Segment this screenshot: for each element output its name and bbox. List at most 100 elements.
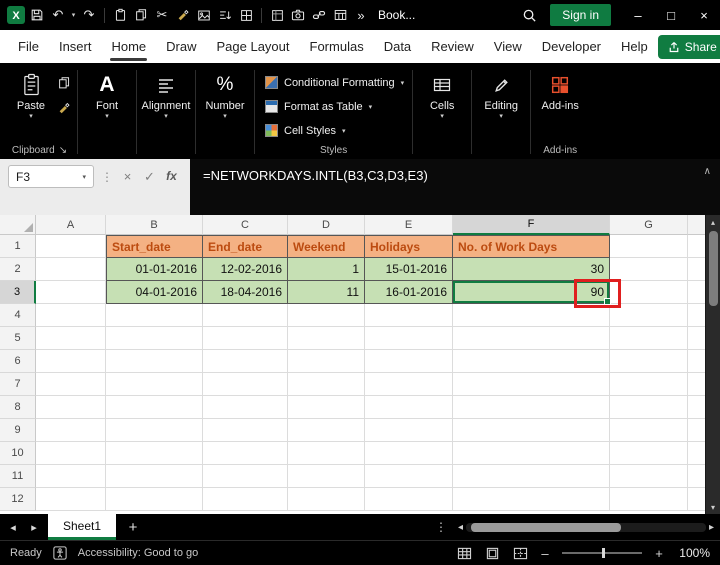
sheet-options-dots-icon[interactable]: ⋮ [435,520,447,534]
sort-icon[interactable] [215,3,235,27]
format-as-table-button[interactable]: Format as Table ▾ [265,95,404,118]
hscroll-right-icon[interactable]: ▸ [709,522,714,533]
cell-F12[interactable] [453,488,610,511]
row-header-8[interactable]: 8 [0,396,36,419]
scroll-up-icon[interactable]: ▴ [711,215,715,229]
cell-B10[interactable] [106,442,203,465]
cell-D5[interactable] [288,327,365,350]
font-button[interactable]: A Font ▾ [80,65,134,120]
cell-G7[interactable] [610,373,688,396]
normal-view-icon[interactable] [454,545,474,562]
cut-icon[interactable]: ✂ [152,3,172,27]
cell-B12[interactable] [106,488,203,511]
tab-home[interactable]: Home [101,30,156,63]
cell-D9[interactable] [288,419,365,442]
share-button[interactable]: Share [657,34,720,59]
cell-D12[interactable] [288,488,365,511]
name-box[interactable]: F3 ▾ [8,165,94,188]
tab-view[interactable]: View [484,30,532,63]
cell-G9[interactable] [610,419,688,442]
cell-E3[interactable]: 16-01-2016 [365,281,453,304]
tab-draw[interactable]: Draw [156,30,206,63]
cell-C8[interactable] [203,396,288,419]
cell-E9[interactable] [365,419,453,442]
cell-A9[interactable] [36,419,106,442]
insert-function-icon[interactable]: fx [164,165,179,183]
row-header-3[interactable]: 3 [0,281,36,304]
row-header-2[interactable]: 2 [0,258,36,281]
clipboard-icon[interactable] [110,3,130,27]
column-header-A[interactable]: A [36,215,106,235]
zoom-slider-thumb[interactable] [602,548,605,558]
sheet-nav-left-icon[interactable]: ◂ [6,521,20,534]
tab-file[interactable]: File [8,30,49,63]
cell-B2[interactable]: 01-01-2016 [106,258,203,281]
cell-E5[interactable] [365,327,453,350]
tab-help[interactable]: Help [611,30,658,63]
pivot-table-icon[interactable] [267,3,287,27]
name-box-caret-icon[interactable]: ▾ [82,173,86,181]
conditional-formatting-button[interactable]: Conditional Formatting ▾ [265,71,404,94]
cell-B1[interactable]: Start_date [106,235,203,258]
tab-developer[interactable]: Developer [532,30,611,63]
cell-A2[interactable] [36,258,106,281]
accessibility-status[interactable]: Accessibility: Good to go [78,547,198,559]
cell-D1[interactable]: Weekend [288,235,365,258]
cell-E8[interactable] [365,396,453,419]
vertical-scrollbar-thumb[interactable] [708,231,718,306]
cell-E6[interactable] [365,350,453,373]
tab-review[interactable]: Review [421,30,484,63]
cell-D11[interactable] [288,465,365,488]
cell-B4[interactable] [106,304,203,327]
enter-icon[interactable]: ✓ [142,165,157,185]
tab-formulas[interactable]: Formulas [300,30,374,63]
column-header-B[interactable]: B [106,215,203,235]
cell-F9[interactable] [453,419,610,442]
column-header-F[interactable]: F [453,215,610,235]
row-header-5[interactable]: 5 [0,327,36,350]
cell-G6[interactable] [610,350,688,373]
picture-icon[interactable] [194,3,214,27]
minimize-button[interactable]: – [622,0,654,30]
cell-G4[interactable] [610,304,688,327]
cell-E11[interactable] [365,465,453,488]
sign-in-button[interactable]: Sign in [550,4,611,26]
borders-icon[interactable] [236,3,256,27]
select-all-corner[interactable] [0,215,36,235]
column-header-C[interactable]: C [203,215,288,235]
cell-F6[interactable] [453,350,610,373]
cell-G5[interactable] [610,327,688,350]
redo-icon[interactable]: ↷ [79,3,99,27]
cell-styles-button[interactable]: Cell Styles ▾ [265,119,404,142]
cell-C11[interactable] [203,465,288,488]
format-painter-icon[interactable] [173,3,193,27]
cell-C7[interactable] [203,373,288,396]
sheet-nav-right-icon[interactable]: ▸ [27,521,41,534]
editing-button[interactable]: Editing ▾ [474,65,528,120]
qat-overflow-icon[interactable]: » [351,3,371,27]
cell-F4[interactable] [453,304,610,327]
cell-C9[interactable] [203,419,288,442]
alignment-button[interactable]: Alignment ▾ [139,65,193,120]
cell-D7[interactable] [288,373,365,396]
column-header-G[interactable]: G [610,215,688,235]
cell-A12[interactable] [36,488,106,511]
cell-G2[interactable] [610,258,688,281]
cell-C3[interactable]: 18-04-2016 [203,281,288,304]
cell-F7[interactable] [453,373,610,396]
zoom-in-button[interactable]: + [652,546,666,561]
link-icon[interactable] [309,3,329,27]
format-painter-small-icon[interactable] [58,100,71,115]
cell-G3[interactable] [610,281,688,304]
column-header-D[interactable]: D [288,215,365,235]
cell-F5[interactable] [453,327,610,350]
maximize-button[interactable]: □ [655,0,687,30]
row-header-6[interactable]: 6 [0,350,36,373]
cell-F10[interactable] [453,442,610,465]
tab-data[interactable]: Data [374,30,421,63]
number-button[interactable]: % Number ▾ [198,65,252,120]
cell-A4[interactable] [36,304,106,327]
row-header-11[interactable]: 11 [0,465,36,488]
hscroll-left-icon[interactable]: ◂ [458,522,463,533]
close-button[interactable]: × [688,0,720,30]
